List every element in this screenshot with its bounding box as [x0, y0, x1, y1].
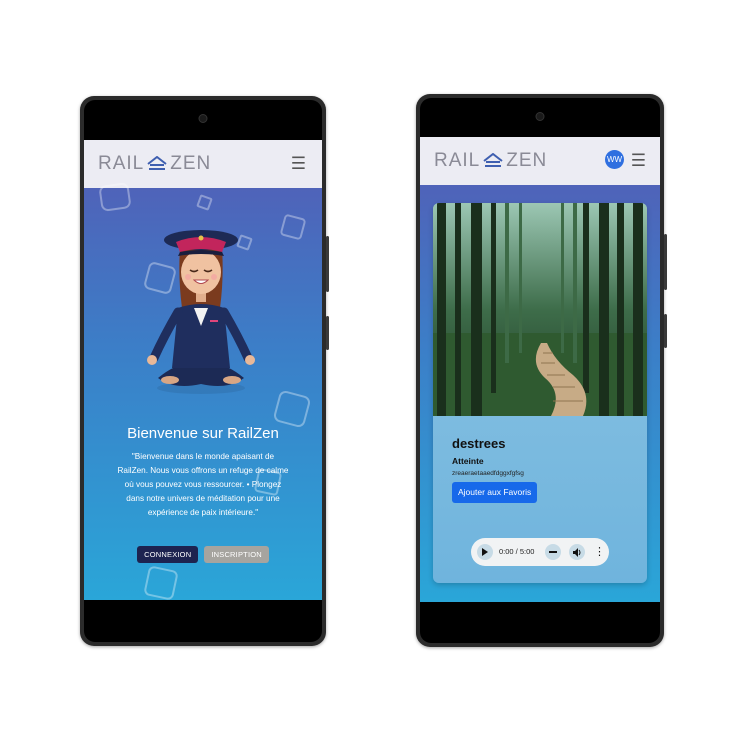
hamburger-icon[interactable]: ☰ [291, 155, 306, 172]
play-icon[interactable] [477, 544, 493, 560]
signup-button[interactable]: INSCRIPTION [204, 546, 269, 563]
camera-icon [198, 114, 208, 123]
volume-button [664, 314, 667, 348]
more-options-icon[interactable]: ⋮ [594, 544, 605, 560]
logo-text-rail: RAIL [98, 153, 145, 174]
card-description: zreaeraetaaedfdggxfgfsg [452, 470, 524, 477]
railzen-logo[interactable]: RAIL ZEN [98, 153, 211, 175]
power-button [326, 236, 329, 292]
logo-text-zen: ZEN [506, 150, 548, 171]
bamboo-forest-image [433, 203, 647, 416]
right-phone: RAIL ZEN WW ☰ destrees Atteinte zreaerae… [416, 94, 667, 647]
train-logo-icon [147, 156, 167, 170]
meditating-conductor-illustration [147, 230, 255, 394]
hamburger-icon[interactable]: ☰ [631, 152, 646, 169]
volume-icon[interactable] [569, 544, 585, 560]
login-button[interactable]: CONNEXION [137, 546, 199, 563]
volume-button [326, 316, 329, 350]
right-screen: RAIL ZEN WW ☰ destrees Atteinte zreaerae… [420, 137, 660, 602]
power-button [664, 234, 667, 290]
welcome-text: "Bienvenue dans le monde apaisant de Rai… [117, 452, 289, 517]
bezel: RAIL ZEN ☰ Bienvenue sur RailZen "Bienve… [84, 100, 322, 642]
logo-text-zen: ZEN [170, 153, 212, 174]
progress-slider[interactable] [545, 544, 561, 560]
audio-player: 0:00 / 5:00 ⋮ [471, 538, 609, 566]
decorative-square [143, 565, 179, 600]
card-subtitle: Atteinte [452, 456, 484, 466]
content-background: destrees Atteinte zreaeraetaaedfdggxfgfs… [420, 185, 660, 602]
decorative-square [272, 389, 312, 429]
audio-time: 0:00 / 5:00 [499, 547, 535, 556]
card-title: destrees [452, 436, 506, 451]
welcome-title: Bienvenue sur RailZen [127, 425, 279, 442]
app-header: RAIL ZEN WW ☰ [420, 137, 660, 185]
train-logo-icon [483, 153, 503, 167]
user-avatar[interactable]: WW [605, 150, 624, 169]
welcome-hero: Bienvenue sur RailZen "Bienvenue dans le… [84, 182, 322, 600]
railzen-logo[interactable]: RAIL ZEN [434, 150, 547, 172]
bezel: RAIL ZEN WW ☰ destrees Atteinte zreaerae… [420, 98, 660, 643]
left-screen: RAIL ZEN ☰ Bienvenue sur RailZen "Bienve… [84, 140, 322, 600]
logo-text-rail: RAIL [434, 150, 481, 171]
app-header: RAIL ZEN ☰ [84, 140, 322, 188]
decorative-square [98, 182, 132, 212]
left-phone: RAIL ZEN ☰ Bienvenue sur RailZen "Bienve… [80, 96, 329, 646]
decorative-square [279, 213, 307, 241]
meditation-card: destrees Atteinte zreaeraetaaedfdggxfgfs… [433, 203, 647, 583]
add-to-favorites-button[interactable]: Ajouter aux Favoris [452, 482, 538, 503]
camera-icon [535, 112, 545, 121]
auth-buttons: CONNEXION INSCRIPTION [84, 546, 322, 563]
